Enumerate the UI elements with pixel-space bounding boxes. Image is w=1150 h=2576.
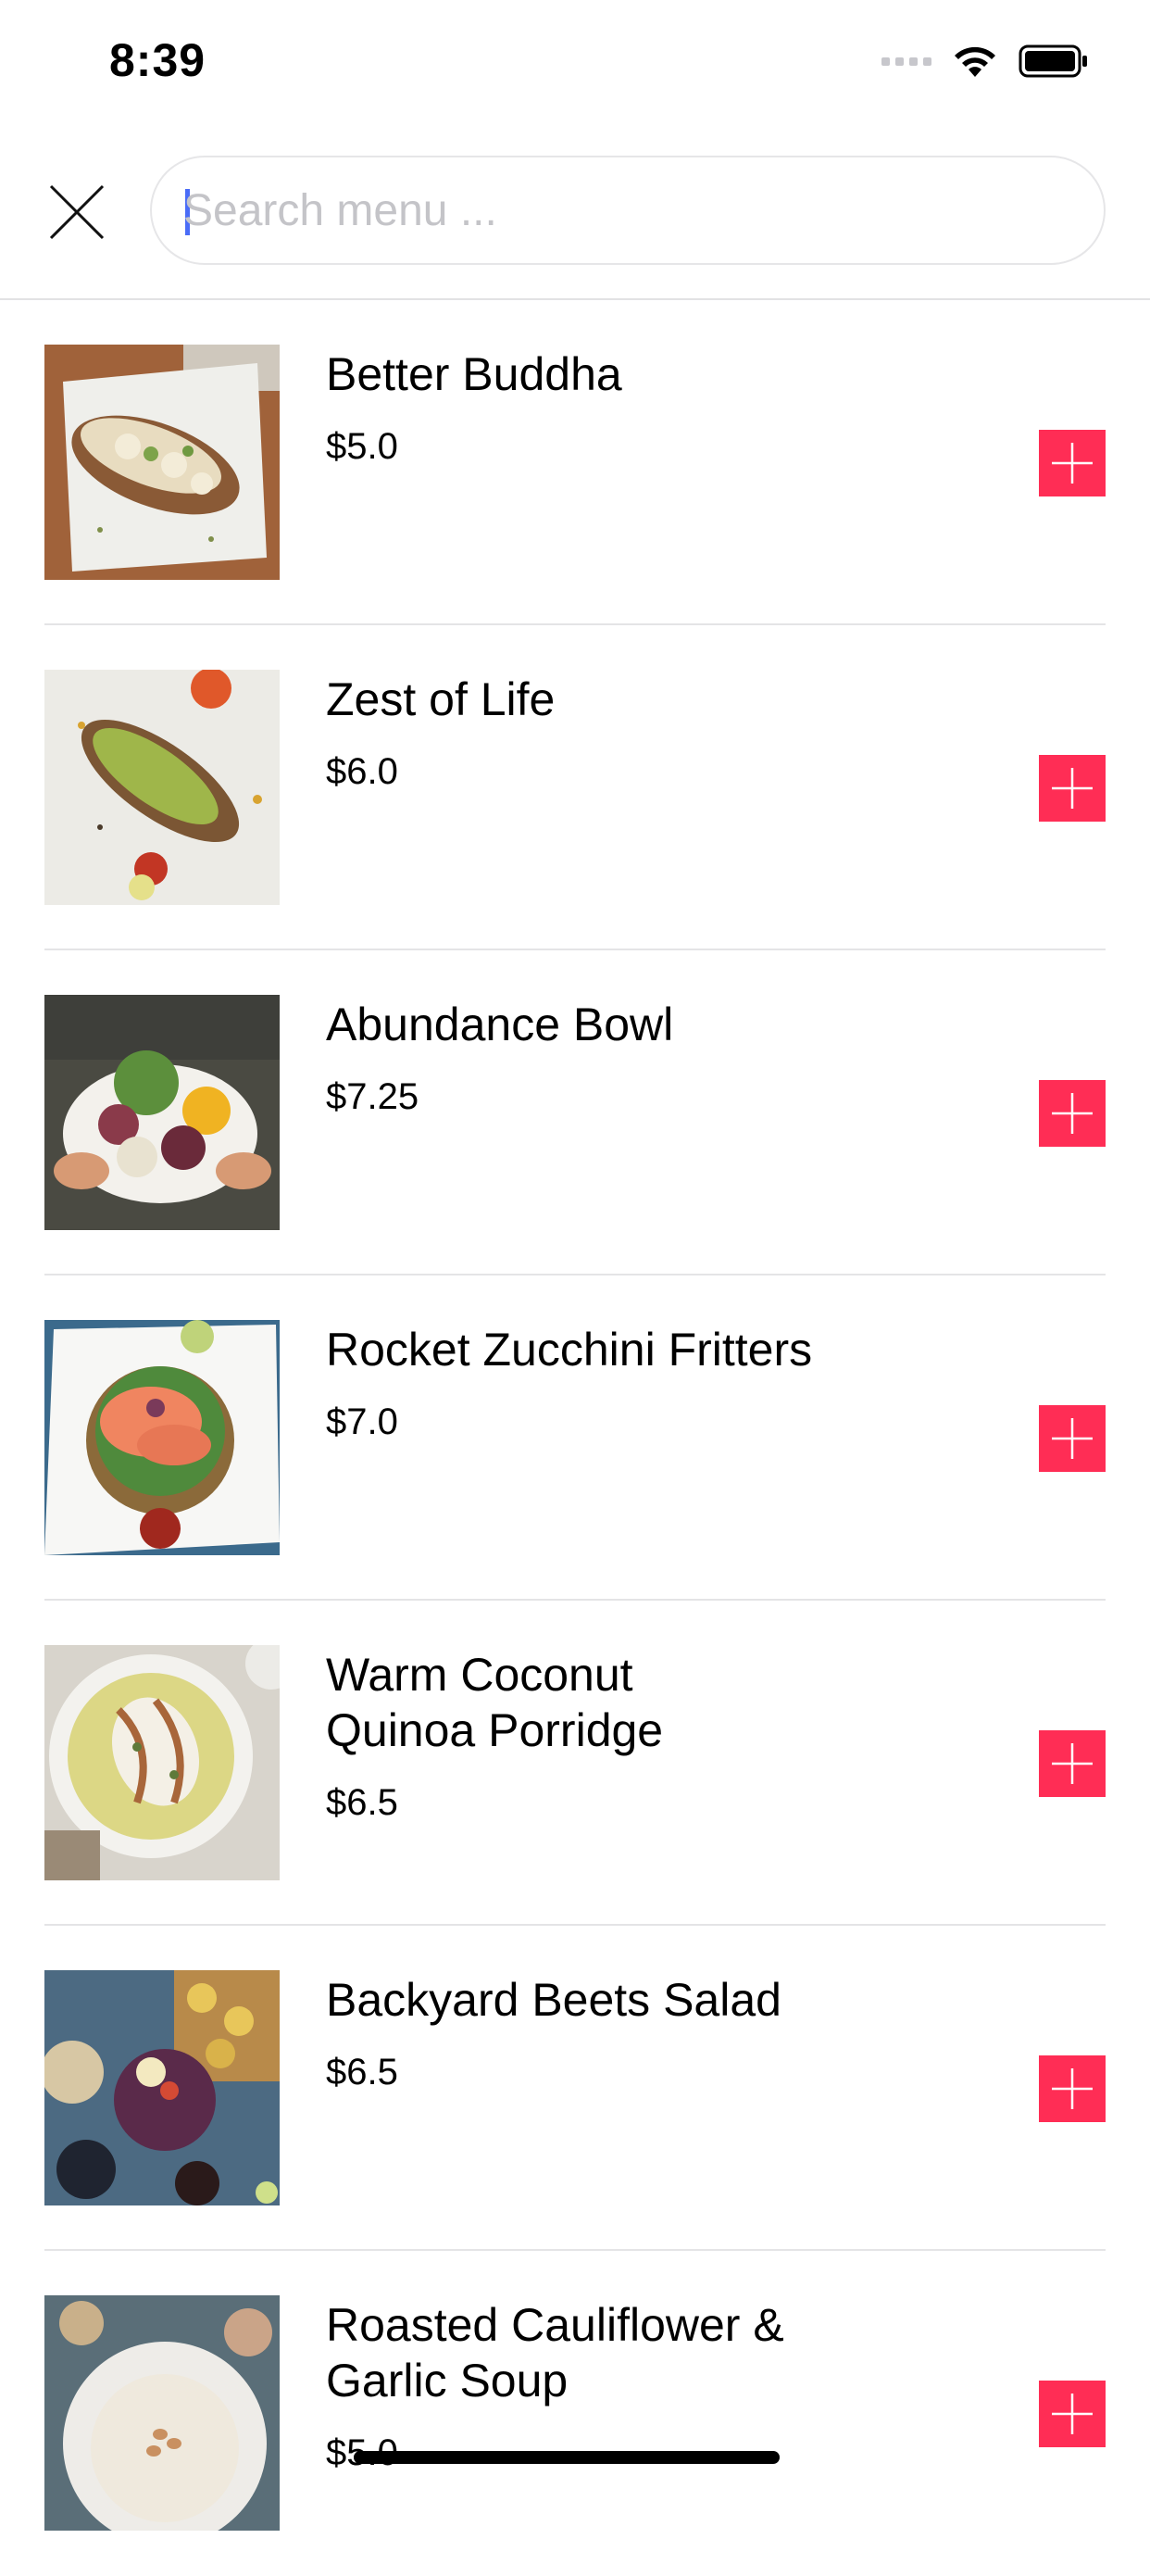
food-photo: [44, 345, 280, 580]
plus-icon: [1052, 443, 1093, 484]
item-name: Warm Coconut Quinoa Porridge: [326, 1649, 664, 1756]
food-photo: [44, 670, 280, 905]
wifi-icon: [955, 46, 995, 77]
menu-item[interactable]: Zest of Life $6.0: [44, 625, 1106, 950]
plus-icon: [1052, 1093, 1093, 1134]
food-photo: [44, 2295, 280, 2531]
food-photo: [44, 1970, 280, 2205]
add-to-cart-button[interactable]: [1039, 2055, 1106, 2122]
search-input[interactable]: [183, 176, 1072, 245]
item-name: Rocket Zucchini Fritters: [326, 1324, 813, 1376]
add-to-cart-button[interactable]: [1039, 430, 1106, 496]
menu-item[interactable]: Better Buddha $5.0: [44, 300, 1106, 625]
plus-icon: [1052, 1743, 1093, 1784]
cellular-signal-icon: [881, 57, 931, 66]
status-time: 8:39: [109, 34, 206, 86]
plus-icon: [1052, 2068, 1093, 2109]
search-header: [0, 122, 1150, 300]
item-name: Zest of Life: [326, 673, 556, 725]
food-photo: [44, 1320, 280, 1555]
add-to-cart-button[interactable]: [1039, 2381, 1106, 2447]
menu-item[interactable]: Rocket Zucchini Fritters $7.0: [44, 1275, 1106, 1601]
item-price: $7.0: [326, 1401, 398, 1442]
menu-item[interactable]: Warm Coconut Quinoa Porridge $6.5: [44, 1601, 1106, 1926]
add-to-cart-button[interactable]: [1039, 1080, 1106, 1147]
food-photo: [44, 1645, 280, 1880]
status-bar: 8:39: [0, 0, 1150, 122]
item-price: $7.25: [326, 1076, 419, 1117]
item-name: Abundance Bowl: [326, 999, 674, 1050]
plus-icon: [1052, 2394, 1093, 2434]
menu-item[interactable]: Abundance Bowl $7.25: [44, 950, 1106, 1275]
close-icon: [49, 184, 105, 240]
plus-icon: [1052, 768, 1093, 809]
add-to-cart-button[interactable]: [1039, 1730, 1106, 1797]
search-field[interactable]: [150, 156, 1106, 265]
status-icons: [881, 43, 1089, 80]
item-name: Roasted Cauliflower & Garlic Soup: [326, 2299, 784, 2406]
item-name: Better Buddha: [326, 348, 622, 400]
add-to-cart-button[interactable]: [1039, 1405, 1106, 1472]
battery-icon: [1019, 44, 1087, 78]
item-price: $6.5: [326, 1782, 398, 1823]
plus-icon: [1052, 1418, 1093, 1459]
item-price: $6.5: [326, 2052, 398, 2092]
item-price: $6.0: [326, 751, 398, 792]
menu-item[interactable]: Roasted Cauliflower & Garlic Soup $5.0: [44, 2251, 1106, 2576]
menu-item[interactable]: Backyard Beets Salad $6.5: [44, 1926, 1106, 2251]
item-name: Backyard Beets Salad: [326, 1974, 781, 2026]
home-indicator[interactable]: [354, 2451, 780, 2464]
food-photo: [44, 995, 280, 1230]
close-button[interactable]: [43, 178, 111, 246]
add-to-cart-button[interactable]: [1039, 755, 1106, 822]
menu-list: Better Buddha $5.0 Zest of Life $6.0 Abu…: [0, 300, 1150, 2576]
item-price: $5.0: [326, 426, 398, 467]
